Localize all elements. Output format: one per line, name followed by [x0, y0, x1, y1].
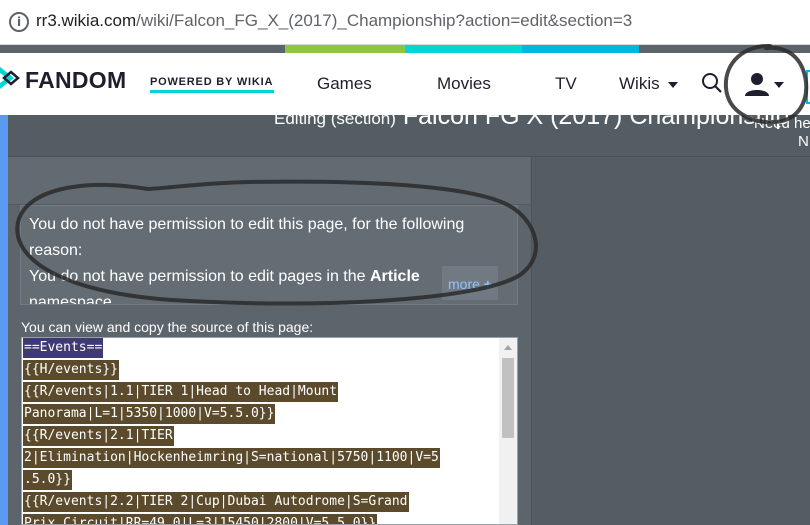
- color-stripe-blue: [522, 45, 639, 53]
- permission-line-1: You do not have permission to edit this …: [29, 216, 465, 233]
- permission-line-4: namespace: [29, 294, 112, 305]
- source-textarea[interactable]: ==Events== {{H/events}} {{R/events|1.1|T…: [21, 337, 518, 525]
- scrollbar-thumb[interactable]: [502, 358, 514, 438]
- header-button-partial[interactable]: [806, 70, 810, 104]
- editor-toolbar-area: [8, 157, 530, 205]
- edit-title-bar: Editing (section) Falcon FG X (2017) Cha…: [8, 115, 810, 157]
- source-line: 2|Elimination|Hockenheimring|S=national|…: [23, 448, 440, 468]
- source-line: Prix Circuit|RR=49.0|L=3|15450|2800|V=5.…: [23, 514, 378, 524]
- nav-games[interactable]: Games: [317, 74, 372, 94]
- source-scrollbar[interactable]: [499, 338, 517, 524]
- more-button-label: more: [448, 276, 480, 292]
- nav-tv[interactable]: TV: [555, 74, 577, 94]
- nav-movies[interactable]: Movies: [437, 74, 491, 94]
- info-icon[interactable]: i: [9, 12, 29, 32]
- browser-url-bar[interactable]: i rr3.wikia.com/wiki/Falcon_FG_X_(2017)_…: [0, 0, 810, 45]
- color-stripe-teal: [405, 45, 522, 53]
- page-title-text: Falcon FG X (2017) Championship: [402, 115, 790, 130]
- source-line: .5.0}}: [23, 470, 72, 490]
- scroll-up-arrow-icon[interactable]: [504, 345, 512, 350]
- user-avatar-icon[interactable]: [744, 71, 770, 97]
- permission-line-3-text: You do not have permission to edit pages…: [29, 268, 370, 285]
- permission-line-2: reason:: [29, 242, 83, 259]
- need-help-link[interactable]: Need he: [754, 115, 810, 132]
- source-line: {{R/events|1.1|TIER 1|Head to Head|Mount: [23, 382, 339, 402]
- source-line: {{H/events}}: [23, 360, 119, 380]
- url-text[interactable]: rr3.wikia.com/wiki/Falcon_FG_X_(2017)_Ch…: [36, 11, 632, 31]
- source-line: {{R/events|2.2|TIER 2|Cup|Dubai Autodrom…: [23, 492, 409, 512]
- view-source-label: You can view and copy the source of this…: [21, 319, 314, 335]
- fandom-global-nav: FANDOM POWERED BY WIKIA Games Movies TV …: [0, 53, 810, 115]
- fandom-logo-icon[interactable]: [0, 63, 20, 93]
- source-line: ==Events==: [23, 338, 104, 358]
- left-accent-rail: [0, 115, 8, 525]
- page-title: Editing (section) Falcon FG X (2017) Cha…: [274, 115, 789, 131]
- url-host: rr3.wikia.com: [36, 11, 137, 30]
- source-line: {{R/events|2.1|TIER: [23, 426, 174, 446]
- nav-wikis[interactable]: Wikis: [619, 74, 679, 94]
- fandom-logo-text[interactable]: FANDOM: [25, 67, 126, 94]
- permission-line-3: You do not have permission to edit pages…: [29, 268, 420, 286]
- editor-side-panel: [531, 157, 810, 525]
- permission-notice: You do not have permission to edit this …: [20, 205, 518, 305]
- need-help-link-2[interactable]: N: [798, 133, 809, 150]
- permission-namespace: Article: [369, 268, 420, 285]
- chevron-down-icon: [668, 81, 679, 88]
- page-title-prefix: Editing (section): [274, 115, 396, 128]
- source-line: Panorama|L=1|5350|1000|V=5.5.0}}: [23, 404, 276, 424]
- more-button[interactable]: more +: [442, 266, 498, 300]
- powered-by-wikia[interactable]: POWERED BY WIKIA: [150, 74, 274, 93]
- search-icon[interactable]: [701, 72, 723, 94]
- nav-wikis-label: Wikis: [619, 74, 660, 93]
- user-menu-chevron-icon[interactable]: [774, 82, 784, 88]
- plus-icon: +: [483, 276, 492, 292]
- color-stripe-green: [285, 45, 405, 53]
- url-path: /wiki/Falcon_FG_X_(2017)_Championship?ac…: [136, 11, 633, 30]
